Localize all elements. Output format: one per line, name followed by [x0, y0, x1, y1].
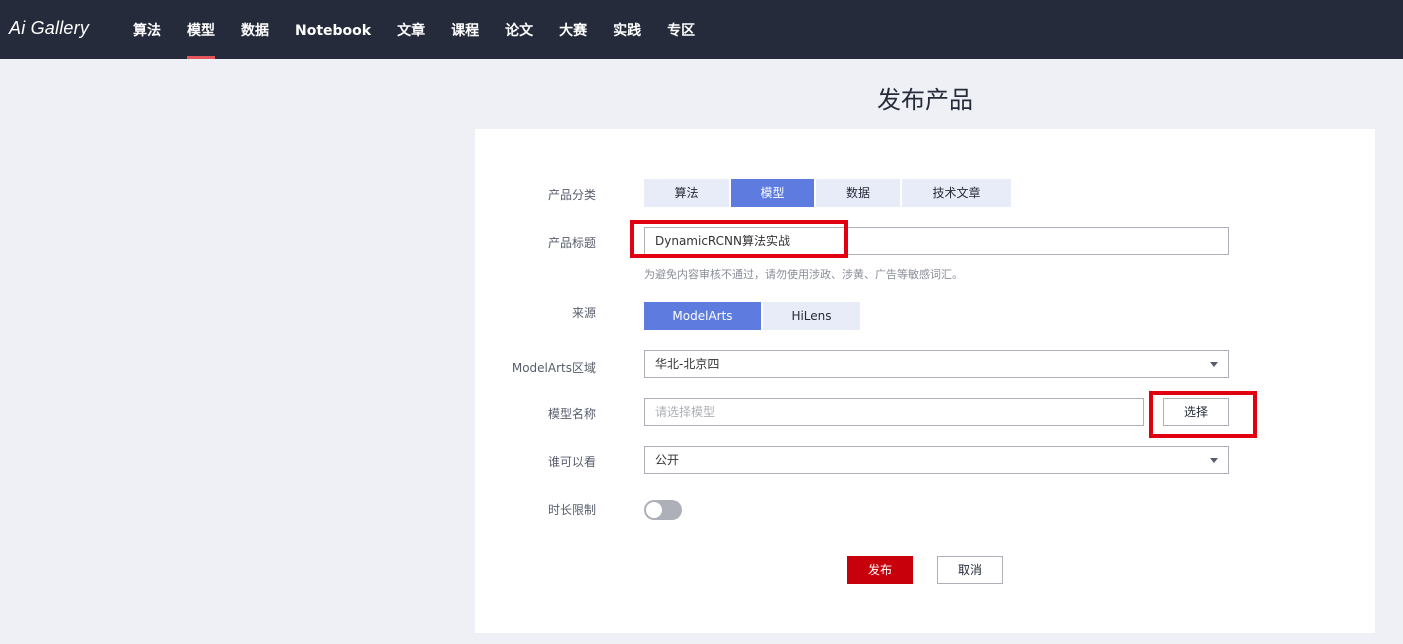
duration-toggle[interactable] — [644, 500, 682, 520]
nav-item-notebook[interactable]: Notebook — [282, 0, 384, 59]
category-option-tech-article[interactable]: 技术文章 — [902, 179, 1011, 207]
title-input[interactable]: DynamicRCNN算法实战 — [644, 227, 1229, 255]
model-name-label: 模型名称 — [547, 407, 596, 421]
category-option-algorithm[interactable]: 算法 — [644, 179, 729, 207]
select-model-button[interactable]: 选择 — [1163, 398, 1229, 426]
region-select-value: 华北-北京四 — [655, 357, 720, 371]
source-selector: ModelArts HiLens — [644, 302, 860, 330]
nav-item-competition[interactable]: 大赛 — [546, 0, 600, 59]
nav-item-model[interactable]: 模型 — [174, 0, 228, 59]
region-select[interactable]: 华北-北京四 — [644, 350, 1229, 378]
title-label: 产品标题 — [547, 236, 596, 250]
source-option-modelarts[interactable]: ModelArts — [644, 302, 761, 330]
ai-gallery-logo[interactable]: Ai Gallery — [9, 18, 89, 39]
chevron-down-icon — [1210, 362, 1218, 367]
nav-item-data[interactable]: 数据 — [228, 0, 282, 59]
source-label: 来源 — [571, 306, 596, 320]
nav-item-algorithm[interactable]: 算法 — [120, 0, 174, 59]
main-nav: 算法 模型 数据 Notebook 文章 课程 论文 大赛 实践 专区 — [120, 0, 708, 59]
source-option-hilens[interactable]: HiLens — [763, 302, 860, 330]
duration-label: 时长限制 — [547, 503, 596, 517]
visibility-select[interactable]: 公开 — [644, 446, 1229, 474]
nav-item-practice[interactable]: 实践 — [600, 0, 654, 59]
nav-item-article[interactable]: 文章 — [384, 0, 438, 59]
nav-item-paper[interactable]: 论文 — [492, 0, 546, 59]
page-title: 发布产品 — [877, 86, 973, 114]
publish-button[interactable]: 发布 — [847, 556, 913, 584]
category-selector: 算法 模型 数据 技术文章 — [644, 179, 1011, 207]
top-nav-bar: Ai Gallery 算法 模型 数据 Notebook 文章 课程 论文 大赛… — [0, 0, 1403, 59]
toggle-knob — [646, 502, 662, 518]
title-hint: 为避免内容审核不通过，请勿使用涉政、涉黄、广告等敏感词汇。 — [644, 268, 963, 281]
chevron-down-icon — [1210, 458, 1218, 463]
visibility-label: 谁可以看 — [547, 455, 596, 469]
category-label: 产品分类 — [547, 188, 596, 202]
region-label: ModelArts区域 — [511, 361, 596, 375]
cancel-button[interactable]: 取消 — [937, 556, 1003, 584]
nav-item-zone[interactable]: 专区 — [654, 0, 708, 59]
nav-item-course[interactable]: 课程 — [438, 0, 492, 59]
model-name-input[interactable]: 请选择模型 — [644, 398, 1144, 426]
publish-form-card: 产品分类 算法 模型 数据 技术文章 产品标题 DynamicRCNN算法实战 … — [475, 129, 1375, 633]
category-option-data[interactable]: 数据 — [816, 179, 900, 207]
category-option-model[interactable]: 模型 — [731, 179, 814, 207]
visibility-select-value: 公开 — [655, 453, 680, 467]
